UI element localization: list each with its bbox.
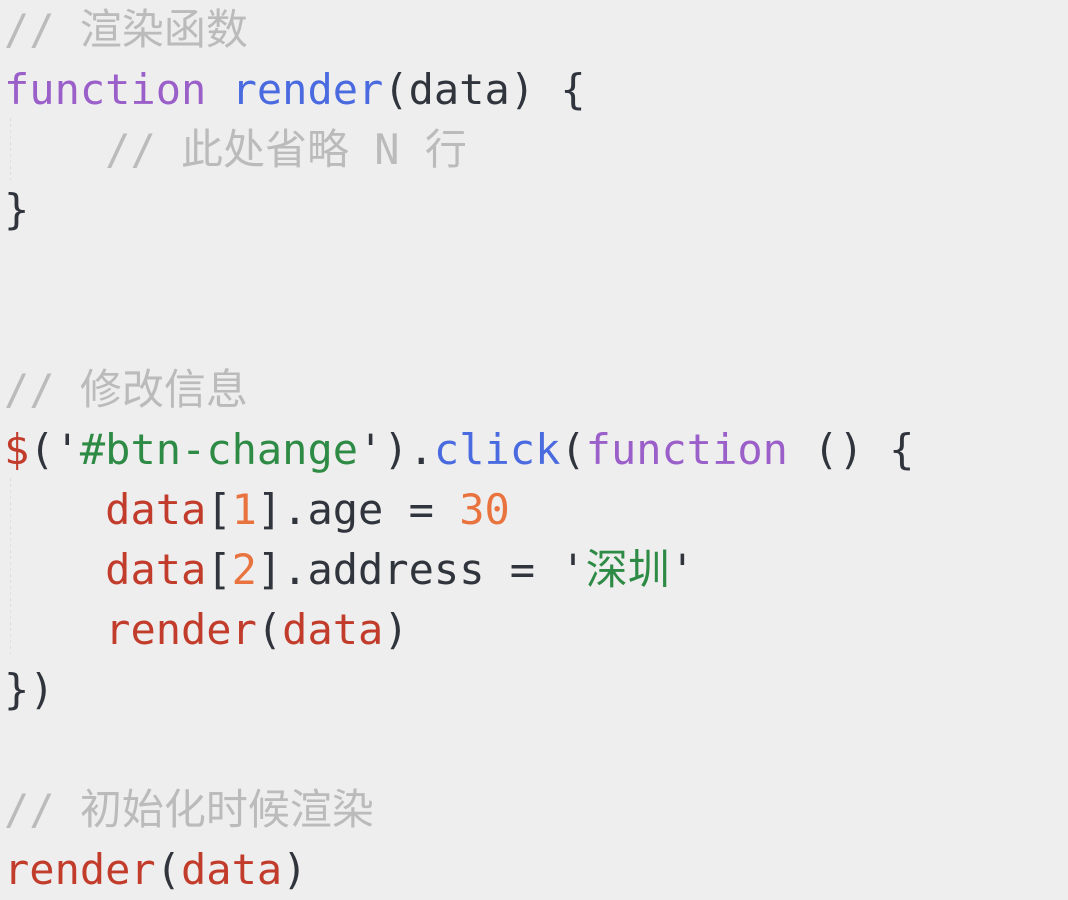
code-token-name: data: [181, 845, 283, 894]
code-token-comment: // 此处省略 N 行: [105, 125, 467, 174]
code-token-number: 30: [459, 485, 510, 534]
code-token-plain: data: [408, 65, 510, 114]
code-token-punct: (: [560, 425, 586, 474]
code-token-punct: ': [669, 545, 695, 594]
code-token-punct: ) {: [509, 65, 586, 114]
code-line[interactable]: render(data): [0, 840, 1068, 900]
code-token-name: $: [4, 425, 30, 474]
code-line[interactable]: // 此处省略 N 行: [0, 120, 1068, 180]
code-line-blank[interactable]: [0, 240, 1068, 300]
code-lines-container: // 渲染函数 function render(data) { // 此处省略 N…: [0, 0, 1068, 900]
code-token-funcdef: render: [231, 65, 384, 114]
code-token-punct: ): [282, 845, 308, 894]
code-line-blank[interactable]: [0, 300, 1068, 360]
code-line[interactable]: }): [0, 660, 1068, 720]
code-token-punct: (: [29, 425, 55, 474]
code-line[interactable]: // 渲染函数: [0, 0, 1068, 60]
code-token-plain: age: [307, 485, 384, 534]
code-token-punct: (: [155, 845, 182, 894]
code-token-name: data: [105, 485, 207, 534]
code-token-punct: ].: [256, 485, 308, 534]
code-token-punct: ': [560, 545, 586, 594]
code-line[interactable]: }: [0, 180, 1068, 240]
code-token-punct: [: [206, 485, 232, 534]
code-token-name: data: [282, 605, 384, 654]
code-token-punct: }): [4, 665, 55, 714]
code-token-punct: =: [509, 545, 536, 594]
code-token-keyword: function: [4, 65, 207, 114]
code-token-punct: ': [54, 425, 80, 474]
code-token-punct: ).: [383, 425, 434, 474]
code-line[interactable]: $('#btn-change').click(function () {: [0, 420, 1068, 480]
code-token-keyword: function: [585, 425, 788, 474]
code-token-string: #btn-change: [79, 425, 359, 474]
code-token-comment: // 渲染函数: [4, 5, 248, 54]
code-line[interactable]: // 修改信息: [0, 360, 1068, 420]
code-token-punct: ].: [256, 545, 308, 594]
code-token-name: render: [4, 845, 156, 894]
code-line[interactable]: data[2].address = '深圳': [0, 540, 1068, 600]
code-token-plain: address: [307, 545, 485, 594]
code-block[interactable]: // 渲染函数 function render(data) { // 此处省略 N…: [0, 0, 1068, 900]
code-line[interactable]: data[1].age = 30: [0, 480, 1068, 540]
code-token-method: click: [433, 425, 561, 474]
code-token-number: 1: [231, 485, 257, 534]
code-token-comment: // 修改信息: [4, 365, 248, 414]
code-token-name: data: [105, 545, 207, 594]
code-token-comment: // 初始化时候渲染: [4, 785, 374, 834]
code-token-punct: (: [256, 605, 283, 654]
code-token-number: 2: [231, 545, 257, 594]
code-token-name: render: [105, 605, 257, 654]
code-token-string: 深圳: [585, 545, 670, 594]
code-line[interactable]: render(data): [0, 600, 1068, 660]
code-token-punct: }: [4, 185, 30, 234]
code-token-punct: ): [383, 605, 409, 654]
code-token-punct: [: [206, 545, 232, 594]
code-line[interactable]: function render(data) {: [0, 60, 1068, 120]
code-token-punct: ': [358, 425, 384, 474]
code-token-punct: (: [383, 65, 409, 114]
code-token-punct: () {: [813, 425, 915, 474]
code-line[interactable]: // 初始化时候渲染: [0, 780, 1068, 840]
code-token-punct: =: [408, 485, 434, 534]
code-line-blank[interactable]: [0, 720, 1068, 780]
